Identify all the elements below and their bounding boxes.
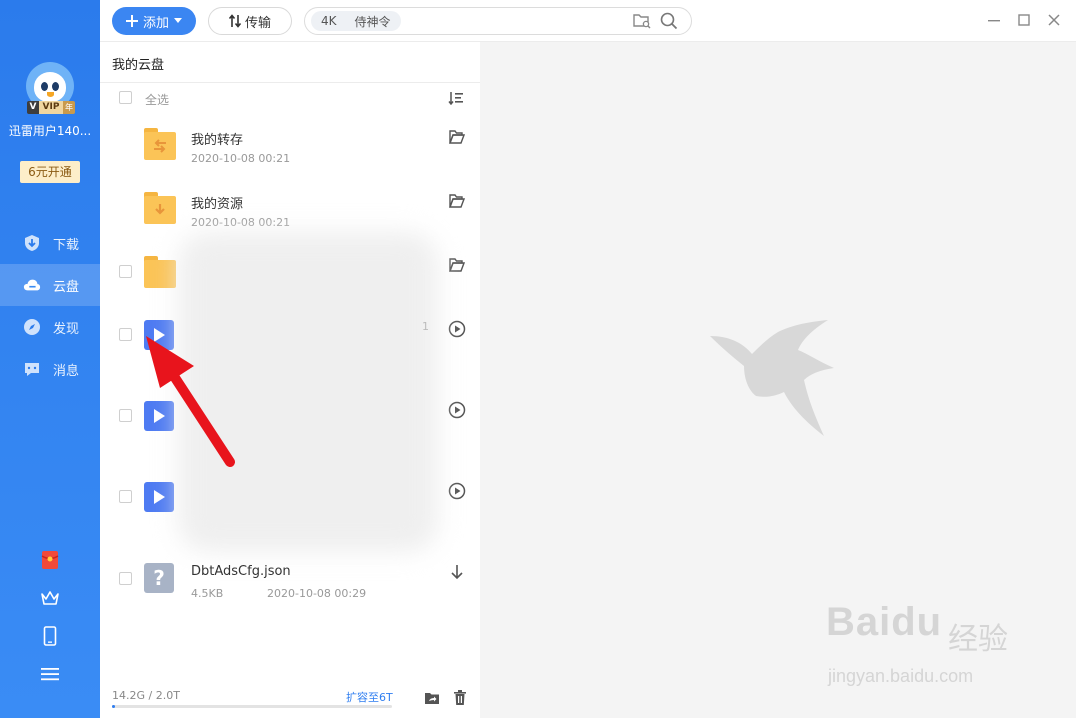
video-file-icon	[144, 320, 176, 352]
storage-usage: 14.2G / 2.0T	[112, 689, 180, 702]
transfer-icon	[228, 14, 241, 28]
nav-item-discover[interactable]: 发现	[0, 306, 100, 348]
add-button[interactable]: 添加	[112, 7, 196, 35]
minimize-icon[interactable]	[986, 12, 1002, 28]
red-envelope-icon[interactable]	[40, 550, 60, 570]
list-item[interactable]: ? DbtAdsCfg.json 4.5KB 2020-10-08 00:29	[100, 563, 480, 627]
unknown-file-icon: ?	[144, 563, 176, 595]
nav-item-messages[interactable]: 消息	[0, 348, 100, 390]
transfer-button[interactable]: 传输	[208, 7, 292, 35]
row-checkbox[interactable]	[119, 265, 132, 278]
file-date: 2020-10-08 00:29	[267, 587, 367, 600]
file-size: 4.5KB	[191, 587, 224, 600]
open-folder-icon[interactable]	[448, 192, 466, 210]
thunder-bird-logo-icon	[708, 318, 838, 442]
download-icon[interactable]	[448, 563, 466, 581]
expand-storage-link[interactable]: 扩容至6T	[346, 689, 393, 705]
storage-progress-fill	[112, 705, 116, 708]
cloud-icon	[23, 276, 41, 294]
folder-share-icon[interactable]	[424, 690, 440, 706]
file-panel: 我的云盘 全选 我的转存 2020-10-08 00:21 我的资源 2020-…	[100, 42, 480, 718]
file-name[interactable]: DbtAdsCfg.json	[191, 564, 291, 579]
row-checkbox[interactable]	[119, 409, 132, 422]
vip-open-button[interactable]: 6元开通	[20, 161, 80, 183]
vip-badge: V VIP 年	[27, 101, 77, 114]
play-icon[interactable]	[448, 482, 466, 500]
compass-icon	[23, 318, 41, 336]
select-all-checkbox[interactable]	[119, 91, 132, 104]
divider	[100, 82, 480, 83]
file-date: 2020-10-08 00:21	[191, 152, 291, 165]
transfer-folder-icon	[144, 128, 176, 160]
nav-item-cloud[interactable]: 云盘	[0, 264, 100, 306]
list-item[interactable]: 我的转存 2020-10-08 00:21	[100, 128, 480, 192]
folder-search-icon[interactable]	[633, 13, 651, 33]
open-folder-icon[interactable]	[448, 256, 466, 274]
play-icon[interactable]	[448, 401, 466, 419]
menu-icon[interactable]	[40, 664, 60, 684]
video-file-icon	[144, 482, 176, 514]
sidebar: V VIP 年 迅雷用户140... 6元开通 下载 云盘 发现 消息	[0, 0, 100, 718]
panel-title: 我的云盘	[112, 58, 165, 73]
storage-progress-bar	[112, 705, 392, 708]
plus-icon	[125, 15, 138, 27]
search-box[interactable]: 4K 侍神令	[304, 7, 692, 35]
username[interactable]: 迅雷用户140...	[0, 122, 100, 139]
phone-icon[interactable]	[40, 626, 60, 646]
file-name[interactable]: 我的资源	[191, 193, 243, 212]
chat-icon	[23, 360, 41, 378]
sort-icon[interactable]	[448, 90, 464, 109]
open-folder-icon[interactable]	[448, 128, 466, 146]
file-date: 2020-10-08 00:21	[191, 216, 291, 229]
file-name[interactable]: 我的转存	[191, 129, 243, 148]
folder-icon	[144, 256, 176, 288]
faint-count: 1	[422, 320, 429, 333]
row-checkbox[interactable]	[119, 572, 132, 585]
search-icon[interactable]	[660, 12, 678, 34]
play-icon[interactable]	[448, 320, 466, 338]
row-checkbox[interactable]	[119, 490, 132, 503]
search-suggestion-chip[interactable]: 4K 侍神令	[311, 11, 401, 31]
download-shield-icon	[23, 234, 41, 252]
row-checkbox[interactable]	[119, 328, 132, 341]
maximize-icon[interactable]	[1016, 12, 1032, 28]
video-file-icon	[144, 401, 176, 433]
select-all-label: 全选	[145, 93, 170, 107]
caret-down-icon	[174, 18, 182, 23]
resource-folder-icon	[144, 192, 176, 224]
crown-icon[interactable]	[40, 588, 60, 608]
close-icon[interactable]	[1046, 12, 1062, 28]
top-toolbar: 添加 传输 4K 侍神令	[100, 0, 1076, 42]
trash-icon[interactable]	[452, 690, 468, 706]
baidu-jingyan-watermark: Baidu 经验 jingyan.baidu.com	[826, 600, 1008, 686]
privacy-blur	[178, 232, 438, 552]
nav-item-download[interactable]: 下载	[0, 222, 100, 264]
